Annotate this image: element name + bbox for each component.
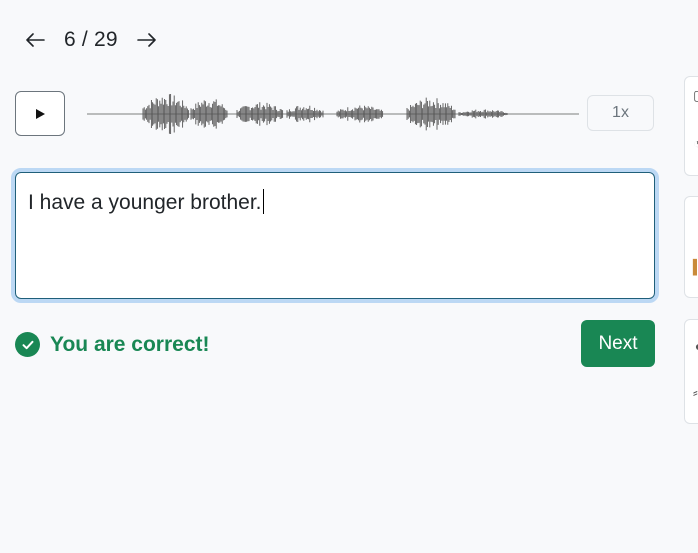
arrow-right-icon	[136, 33, 156, 47]
page-counter: 6 / 29	[64, 28, 118, 51]
check-circle-icon	[15, 332, 40, 357]
audio-player: 1x	[15, 91, 655, 137]
answer-text: I have a younger brother.	[28, 191, 262, 214]
feedback-text: You are correct!	[50, 332, 210, 356]
play-icon	[36, 108, 45, 119]
side-card[interactable]: ◖ ⸗	[684, 319, 698, 424]
next-button[interactable]: Next	[581, 320, 655, 367]
answer-input[interactable]: I have a younger brother.	[15, 172, 655, 299]
card-icon: ◔	[693, 135, 698, 151]
side-card[interactable]: ▢ ◔	[684, 76, 698, 176]
audio-waveform[interactable]	[87, 91, 579, 137]
side-card[interactable]: ▍	[684, 196, 698, 298]
speed-button[interactable]: 1x	[587, 95, 654, 131]
card-icon: ▍	[693, 259, 698, 276]
text-caret	[262, 189, 264, 214]
play-button[interactable]	[15, 91, 65, 136]
next-page-button[interactable]	[136, 26, 158, 54]
arrow-left-icon	[26, 33, 45, 47]
card-icon: ⸗	[693, 384, 698, 400]
feedback-message: You are correct!	[15, 332, 210, 357]
card-icon: ▢	[693, 87, 698, 104]
answer-focus-ring: I have a younger brother.	[11, 168, 659, 303]
card-icon: ◖	[693, 338, 698, 354]
prev-button[interactable]	[24, 26, 46, 54]
pager: 6 / 29	[24, 26, 158, 54]
